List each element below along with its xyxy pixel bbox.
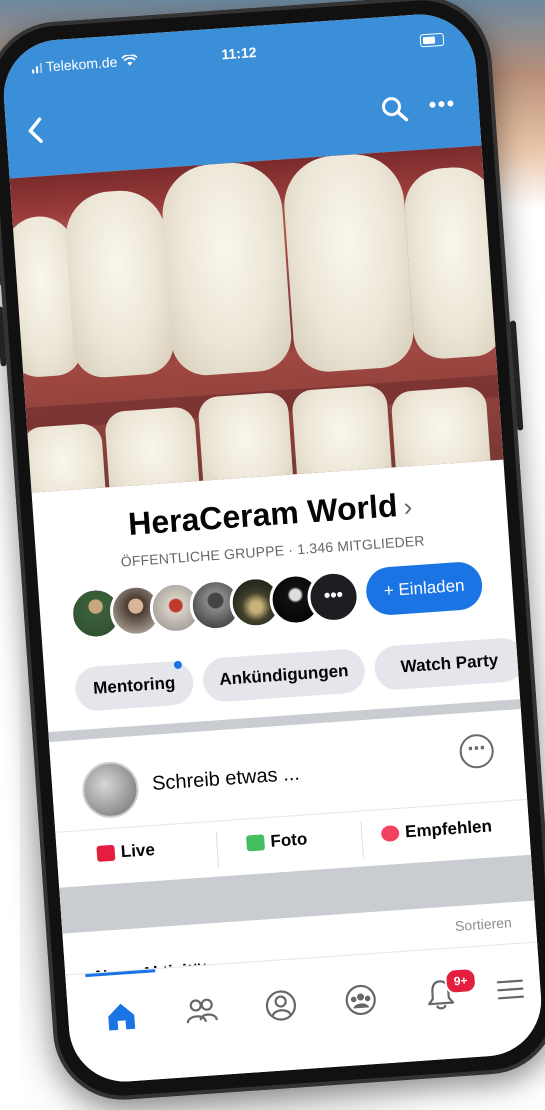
chip-watch-party[interactable]: Watch Party: [373, 636, 526, 692]
members-row: ••• + Einladen: [68, 556, 490, 645]
battery-icon: [419, 32, 445, 48]
action-divider: [215, 831, 220, 868]
recommend-icon: [380, 824, 400, 843]
ellipsis-icon: ⋯: [466, 737, 487, 759]
action-divider: [360, 821, 364, 858]
search-icon: [382, 97, 409, 122]
unread-dot: [173, 660, 183, 670]
tab-notifications[interactable]: 9+: [422, 966, 478, 1012]
groups-icon: [345, 984, 376, 1016]
user-avatar[interactable]: [80, 760, 141, 820]
members-icon: [186, 998, 218, 1024]
action-label: Foto: [269, 829, 308, 851]
live-button[interactable]: Live: [96, 840, 155, 864]
signal-icon: [32, 61, 43, 74]
chevron-right-icon: ›: [402, 491, 414, 522]
cover-tooth: [159, 159, 294, 378]
carrier-name: Telekom.de: [45, 53, 118, 75]
chip-mentoring[interactable]: Mentoring: [73, 659, 195, 713]
invite-button[interactable]: + Einladen: [364, 560, 484, 617]
hamburger-menu-icon: [496, 979, 525, 1000]
ellipsis-icon: [429, 100, 454, 108]
tab-members[interactable]: [183, 993, 219, 1029]
group-name: HeraCeram World: [127, 487, 399, 542]
chip-label: Ankündigungen: [218, 661, 350, 690]
sort-button[interactable]: Sortieren: [454, 914, 512, 934]
notification-badge: 9+: [443, 966, 478, 996]
action-label: Empfehlen: [404, 816, 493, 842]
photo-icon: [245, 834, 266, 852]
tab-home[interactable]: [103, 999, 139, 1035]
action-label: Live: [120, 839, 156, 862]
tab-menu[interactable]: [492, 971, 528, 1007]
home-icon: [108, 1003, 136, 1031]
live-icon: [96, 844, 116, 862]
composer-more-button[interactable]: ⋯: [458, 733, 495, 770]
wifi-icon: [120, 54, 138, 66]
photo-button[interactable]: Foto: [245, 829, 308, 853]
search-button[interactable]: [380, 94, 410, 124]
profile-icon: [265, 990, 297, 1021]
app-screen: Telekom.de 11:12 HeraCeram World › ÖFFEN…: [0, 10, 545, 1086]
composer-input[interactable]: Schreib etwas ...: [151, 763, 300, 796]
nav-bar: [25, 87, 456, 157]
chip-announcements[interactable]: Ankündigungen: [201, 647, 367, 704]
tab-groups[interactable]: [343, 982, 379, 1018]
cover-tooth: [280, 151, 416, 374]
carrier-info: Telekom.de: [31, 52, 138, 75]
phone-mockup: Telekom.de 11:12 HeraCeram World › ÖFFEN…: [0, 0, 545, 1105]
chip-label: Watch Party: [400, 650, 499, 677]
recommend-button[interactable]: Empfehlen: [380, 816, 493, 844]
cover-tooth: [21, 422, 108, 493]
more-button[interactable]: [427, 87, 456, 129]
cover-tooth: [104, 406, 201, 493]
chevron-left-icon: [28, 117, 43, 143]
cover-tooth: [62, 187, 176, 380]
chip-label: Mentoring: [92, 673, 176, 698]
back-button[interactable]: [25, 116, 45, 153]
group-cover-photo[interactable]: [9, 145, 504, 493]
tab-profile[interactable]: [263, 987, 299, 1023]
status-bar: Telekom.de 11:12: [31, 31, 445, 84]
clock: 11:12: [220, 43, 257, 63]
